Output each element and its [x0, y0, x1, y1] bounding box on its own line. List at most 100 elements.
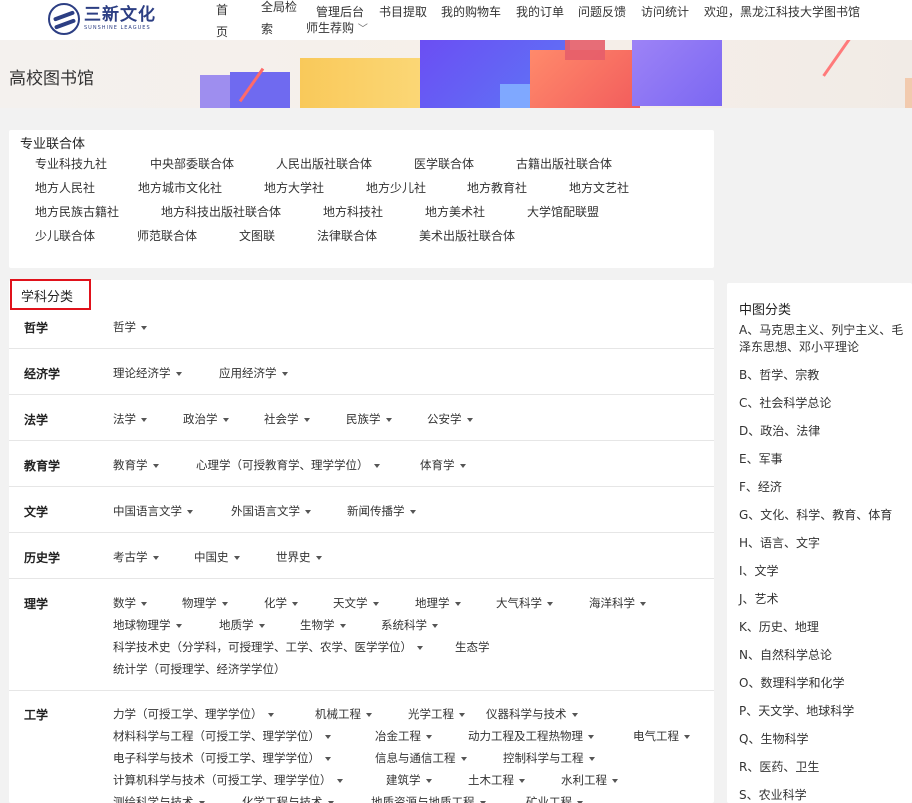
nav-book-fetch[interactable]: 书目提取: [379, 3, 427, 20]
subject-dropdown[interactable]: 材料科学与工程（可授工学、理学学位）: [113, 728, 331, 744]
subject-dropdown[interactable]: 物理学: [182, 595, 228, 611]
subject-dropdown[interactable]: 力学（可授工学、理学学位）: [113, 706, 274, 722]
subject-dropdown[interactable]: 海洋科学: [589, 595, 646, 611]
nav-feedback[interactable]: 问题反馈: [578, 3, 626, 20]
union-tag[interactable]: 地方科技出版社联合体: [161, 203, 281, 220]
subject-dropdown[interactable]: 系统科学: [381, 617, 438, 633]
subject-dropdown[interactable]: 外国语言文学: [231, 503, 311, 519]
subject-dropdown[interactable]: 地球物理学: [113, 617, 182, 633]
subject-dropdown[interactable]: 水利工程: [561, 772, 618, 788]
subject-dropdown[interactable]: 地质学: [219, 617, 265, 633]
subject-dropdown[interactable]: 化学: [264, 595, 298, 611]
subject-dropdown[interactable]: 土木工程: [468, 772, 525, 788]
subject-dropdown[interactable]: 动力工程及工程热物理: [468, 728, 594, 744]
union-tag[interactable]: 地方人民社: [35, 179, 95, 196]
subject-dropdown[interactable]: 应用经济学: [219, 365, 288, 381]
subject-dropdown[interactable]: 数学: [113, 595, 147, 611]
union-tag[interactable]: 古籍出版社联合体: [516, 155, 612, 172]
subject-dropdown[interactable]: 哲学: [113, 319, 147, 335]
subject-dropdown[interactable]: 社会学: [264, 411, 310, 427]
union-tag[interactable]: 大学馆配联盟: [527, 203, 599, 220]
clc-item[interactable]: G、文化、科学、教育、体育: [739, 507, 892, 524]
site-logo[interactable]: 三新文化 SUNSHINE LEAGUES: [48, 3, 156, 35]
subject-dropdown[interactable]: 大气科学: [496, 595, 553, 611]
subject-dropdown[interactable]: 控制科学与工程: [503, 750, 595, 766]
subject-dropdown[interactable]: 公安学: [427, 411, 473, 427]
nav-orders[interactable]: 我的订单: [516, 3, 564, 20]
union-tag[interactable]: 少儿联合体: [35, 227, 95, 244]
subject-dropdown[interactable]: 生态学: [455, 639, 490, 655]
subject-dropdown[interactable]: 冶金工程: [375, 728, 432, 744]
union-tag[interactable]: 文图联: [239, 227, 275, 244]
union-tag[interactable]: 医学联合体: [414, 155, 474, 172]
union-tag[interactable]: 地方大学社: [264, 179, 324, 196]
subject-dropdown[interactable]: 中国语言文学: [113, 503, 193, 519]
nav-stats[interactable]: 访问统计: [641, 3, 689, 20]
nav-recommend[interactable]: 师生荐购 ﹀: [306, 19, 368, 36]
subject-dropdown[interactable]: 建筑学: [386, 772, 432, 788]
subject-dropdown[interactable]: 电子科学与技术（可授工学、理学学位）: [113, 750, 331, 766]
clc-item[interactable]: J、艺术: [739, 591, 779, 608]
subject-dropdown[interactable]: 天文学: [333, 595, 379, 611]
clc-item[interactable]: I、文学: [739, 563, 779, 580]
union-tag[interactable]: 地方科技社: [323, 203, 383, 220]
subject-dropdown[interactable]: 矿业工程: [526, 794, 583, 803]
subject-dropdown[interactable]: 计算机科学与技术（可授工学、理学学位）: [113, 772, 343, 788]
union-tag[interactable]: 法律联合体: [317, 227, 377, 244]
caret-down-icon: [466, 417, 473, 422]
subject-dropdown[interactable]: 统计学（可授理学、经济学学位）: [113, 661, 286, 677]
clc-item[interactable]: R、医药、卫生: [739, 759, 819, 776]
subject-dropdown[interactable]: 政治学: [183, 411, 229, 427]
subject-dropdown[interactable]: 地质资源与地质工程: [371, 794, 486, 803]
subject-dropdown[interactable]: 教育学: [113, 457, 159, 473]
clc-item[interactable]: F、经济: [739, 479, 782, 496]
subject-dropdown[interactable]: 测绘科学与技术: [113, 794, 205, 803]
clc-item[interactable]: B、哲学、宗教: [739, 367, 819, 384]
subject-dropdown[interactable]: 电气工程: [633, 728, 690, 744]
subject-dropdown[interactable]: 中国史: [194, 549, 240, 565]
clc-item[interactable]: E、军事: [739, 451, 783, 468]
union-tag[interactable]: 美术出版社联合体: [419, 227, 515, 244]
subject-dropdown[interactable]: 信息与通信工程: [375, 750, 467, 766]
clc-item[interactable]: H、语言、文字: [739, 535, 820, 552]
clc-item[interactable]: D、政治、法律: [739, 423, 820, 440]
nav-global-search[interactable]: 全局检索: [261, 0, 299, 40]
subject-dropdown[interactable]: 心理学（可授教育学、理学学位）: [196, 457, 380, 473]
subject-dropdown[interactable]: 新闻传播学: [347, 503, 416, 519]
subject-dropdown[interactable]: 地理学: [415, 595, 461, 611]
nav-cart[interactable]: 我的购物车: [441, 3, 501, 20]
clc-item[interactable]: A、马克思主义、列宁主义、毛泽东思想、邓小平理论: [739, 322, 907, 356]
union-tag[interactable]: 人民出版社联合体: [276, 155, 372, 172]
nav-admin[interactable]: 管理后台: [316, 3, 364, 20]
clc-item[interactable]: C、社会科学总论: [739, 395, 831, 412]
subject-dropdown[interactable]: 仪器科学与技术: [486, 706, 578, 722]
union-tag[interactable]: 地方民族古籍社: [35, 203, 119, 220]
subject-dropdown[interactable]: 机械工程: [315, 706, 372, 722]
union-tag[interactable]: 专业科技九社: [35, 155, 107, 172]
clc-item[interactable]: O、数理科学和化学: [739, 675, 844, 692]
union-tag[interactable]: 中央部委联合体: [150, 155, 234, 172]
clc-item[interactable]: N、自然科学总论: [739, 647, 832, 664]
subject-dropdown[interactable]: 生物学: [300, 617, 346, 633]
subject-dropdown[interactable]: 体育学: [420, 457, 466, 473]
subject-dropdown[interactable]: 民族学: [346, 411, 392, 427]
clc-item[interactable]: P、天文学、地球科学: [739, 703, 854, 720]
union-tag[interactable]: 地方少儿社: [366, 179, 426, 196]
subject-dropdown[interactable]: 法学: [113, 411, 147, 427]
union-tag[interactable]: 师范联合体: [137, 227, 197, 244]
clc-item[interactable]: S、农业科学: [739, 787, 807, 803]
clc-item[interactable]: Q、生物科学: [739, 731, 808, 748]
union-tag[interactable]: 地方城市文化社: [138, 179, 222, 196]
subject-dropdown[interactable]: 理论经济学: [113, 365, 182, 381]
clc-title: 中图分类: [739, 303, 792, 318]
subject-dropdown[interactable]: 光学工程: [408, 706, 465, 722]
union-tag[interactable]: 地方教育社: [467, 179, 527, 196]
subject-dropdown[interactable]: 科学技术史（分学科，可授理学、工学、农学、医学学位）: [113, 639, 423, 655]
subject-dropdown[interactable]: 化学工程与技术: [242, 794, 334, 803]
subject-dropdown[interactable]: 考古学: [113, 549, 159, 565]
nav-home[interactable]: 首页: [216, 0, 232, 43]
union-tag[interactable]: 地方文艺社: [569, 179, 629, 196]
clc-item[interactable]: K、历史、地理: [739, 619, 819, 636]
union-tag[interactable]: 地方美术社: [425, 203, 485, 220]
subject-dropdown[interactable]: 世界史: [276, 549, 322, 565]
